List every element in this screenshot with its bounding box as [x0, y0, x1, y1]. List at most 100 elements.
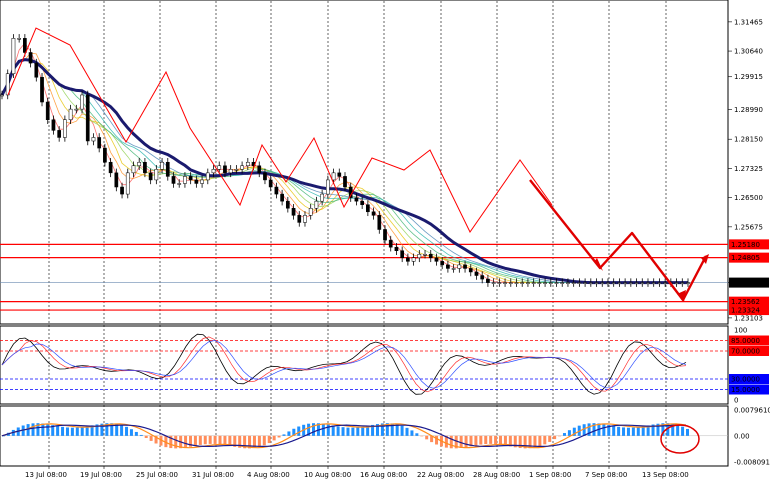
- candle-body: [366, 204, 370, 213]
- candle-body: [177, 183, 182, 185]
- candle-body: [131, 165, 136, 174]
- macd-bar: [681, 426, 685, 436]
- candle-body: [651, 282, 656, 284]
- candle-body: [377, 215, 382, 230]
- candle-body: [308, 208, 313, 216]
- candle-body: [85, 94, 90, 142]
- chart-window: 1.31465 1.30640 1.29915 1.28990 1.28150 1.273…: [0, 0, 770, 480]
- candle-body: [383, 229, 387, 241]
- price-tick-label: 1.31465: [734, 18, 763, 26]
- macd-bar: [331, 425, 335, 436]
- price-tick-label: 1.28150: [734, 136, 763, 144]
- candle-body: [51, 119, 56, 131]
- stoch-tick-label: 0: [734, 397, 738, 405]
- level-tag-label: 1.23324: [731, 307, 760, 315]
- candle-body: [194, 179, 199, 184]
- candle-body: [640, 282, 645, 284]
- candle-body: [468, 268, 473, 273]
- price-tick-label: 1.26500: [734, 194, 763, 202]
- macd-bar: [538, 435, 542, 447]
- candle-body: [291, 208, 296, 216]
- candle-body: [371, 211, 376, 216]
- candle-body: [417, 254, 422, 259]
- candle-body: [428, 254, 433, 259]
- candle-body: [57, 130, 62, 138]
- level-tag-label: 1.25180: [731, 241, 760, 249]
- candle-body: [17, 38, 21, 40]
- macd-bar: [395, 424, 399, 436]
- candle-body: [480, 275, 485, 280]
- macd-bar: [474, 435, 478, 446]
- candle-body: [446, 264, 450, 269]
- macd-bar: [46, 424, 50, 436]
- macd-bar: [56, 426, 60, 436]
- date-tick-label: 7 Sep 08:00: [585, 471, 627, 479]
- macd-bar: [134, 431, 138, 436]
- macd-bar: [326, 424, 330, 436]
- macd-bar: [425, 435, 429, 440]
- macd-bar: [449, 435, 453, 449]
- candle-body: [103, 147, 107, 163]
- candle-body: [600, 282, 605, 284]
- macd-bar: [602, 424, 606, 436]
- macd-bar: [622, 427, 626, 436]
- candle-body: [188, 176, 193, 181]
- candle-body: [337, 172, 342, 177]
- candle-body: [45, 101, 50, 120]
- macd-bar: [351, 427, 355, 436]
- macd-bar: [218, 435, 222, 445]
- candle-body: [160, 161, 164, 170]
- forex-chart: 1.31465 1.30640 1.29915 1.28990 1.28150 1.273…: [0, 0, 770, 479]
- candle-body: [406, 257, 410, 262]
- macd-bar: [257, 435, 261, 447]
- macd-bar: [139, 434, 143, 436]
- stochastic-panel: [0, 325, 729, 405]
- candle-body: [474, 271, 479, 276]
- macd-bar: [129, 429, 133, 436]
- macd-bar: [336, 426, 340, 436]
- macd-bar: [31, 423, 35, 436]
- candle-body: [34, 62, 39, 78]
- candle-body: [183, 176, 187, 184]
- date-axis: 13 Jul 08:00 19 Jul 08:00 25 Jul 08:00 31 J…: [25, 466, 689, 479]
- candle-body: [628, 282, 633, 284]
- candle-body: [657, 282, 662, 284]
- candle-body: [303, 215, 307, 223]
- macd-bar: [676, 424, 680, 436]
- candle-body: [548, 282, 553, 284]
- candle-body: [583, 282, 587, 284]
- macd-bar: [193, 435, 197, 446]
- date-tick-label: 10 Aug 08:00: [304, 471, 351, 479]
- macd-bar: [80, 427, 84, 436]
- macd-bar: [272, 435, 276, 441]
- macd-bar: [361, 426, 365, 436]
- candle-body: [440, 261, 445, 266]
- candle-body: [28, 52, 33, 64]
- candle-body: [520, 282, 525, 284]
- macd-bar: [208, 435, 212, 444]
- date-tick-label: 25 Jul 08:00: [136, 471, 178, 479]
- candle-body: [205, 172, 210, 181]
- price-tick-label: 1.27325: [734, 165, 763, 173]
- macd-bar: [70, 427, 74, 436]
- macd-bar: [582, 424, 586, 436]
- candle-body: [571, 282, 576, 284]
- candle-body: [91, 137, 96, 142]
- candle-body: [594, 282, 599, 284]
- candle-body: [646, 282, 650, 284]
- candle-body: [125, 172, 130, 195]
- candle-body: [200, 179, 204, 184]
- candle-body: [674, 282, 679, 284]
- candle-body: [137, 161, 142, 167]
- candle-body: [588, 282, 593, 284]
- candle-body: [566, 282, 570, 284]
- macd-bar: [184, 435, 188, 448]
- candle-body: [503, 282, 507, 284]
- candle-body: [537, 282, 542, 284]
- candle-body: [320, 193, 324, 202]
- macd-bar: [287, 431, 291, 436]
- macd-bar: [636, 427, 640, 436]
- candle-body: [120, 186, 124, 195]
- candle-body: [74, 108, 79, 111]
- macd-bar: [562, 433, 566, 436]
